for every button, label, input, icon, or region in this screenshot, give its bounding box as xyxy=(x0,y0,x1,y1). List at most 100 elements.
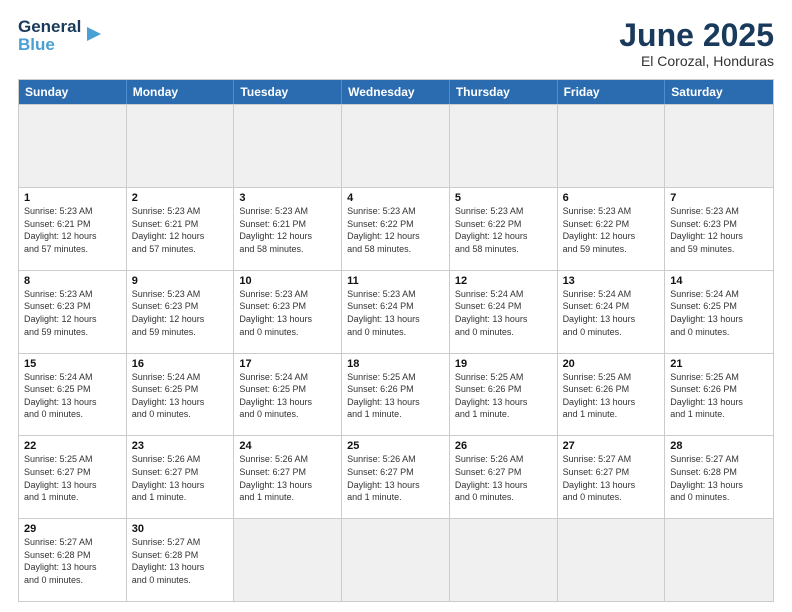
cal-cell xyxy=(234,519,342,601)
day-number: 7 xyxy=(670,192,768,204)
cal-cell xyxy=(450,105,558,187)
cal-cell: 20Sunrise: 5:25 AM Sunset: 6:26 PM Dayli… xyxy=(558,354,666,436)
cal-cell: 5Sunrise: 5:23 AM Sunset: 6:22 PM Daylig… xyxy=(450,188,558,270)
cal-row-3: 15Sunrise: 5:24 AM Sunset: 6:25 PM Dayli… xyxy=(19,353,773,436)
cal-row-4: 22Sunrise: 5:25 AM Sunset: 6:27 PM Dayli… xyxy=(19,435,773,518)
cal-cell: 18Sunrise: 5:25 AM Sunset: 6:26 PM Dayli… xyxy=(342,354,450,436)
day-number: 21 xyxy=(670,358,768,370)
cal-cell: 7Sunrise: 5:23 AM Sunset: 6:23 PM Daylig… xyxy=(665,188,773,270)
calendar: Sunday Monday Tuesday Wednesday Thursday… xyxy=(18,79,774,602)
calendar-body: 1Sunrise: 5:23 AM Sunset: 6:21 PM Daylig… xyxy=(19,104,773,601)
cal-row-0 xyxy=(19,104,773,187)
logo-arrow-icon xyxy=(83,23,105,45)
cal-cell: 9Sunrise: 5:23 AM Sunset: 6:23 PM Daylig… xyxy=(127,271,235,353)
header: General Blue June 2025 El Corozal, Hondu… xyxy=(18,18,774,69)
cell-info: Sunrise: 5:25 AM Sunset: 6:26 PM Dayligh… xyxy=(563,371,660,421)
day-number: 10 xyxy=(239,275,336,287)
header-tuesday: Tuesday xyxy=(234,80,342,104)
cal-cell: 26Sunrise: 5:26 AM Sunset: 6:27 PM Dayli… xyxy=(450,436,558,518)
cal-cell: 3Sunrise: 5:23 AM Sunset: 6:21 PM Daylig… xyxy=(234,188,342,270)
cell-info: Sunrise: 5:23 AM Sunset: 6:22 PM Dayligh… xyxy=(347,205,444,255)
cell-info: Sunrise: 5:23 AM Sunset: 6:22 PM Dayligh… xyxy=(563,205,660,255)
cell-info: Sunrise: 5:24 AM Sunset: 6:25 PM Dayligh… xyxy=(239,371,336,421)
day-number: 12 xyxy=(455,275,552,287)
day-number: 23 xyxy=(132,440,229,452)
cell-info: Sunrise: 5:23 AM Sunset: 6:23 PM Dayligh… xyxy=(24,288,121,338)
cal-cell: 11Sunrise: 5:23 AM Sunset: 6:24 PM Dayli… xyxy=(342,271,450,353)
cell-info: Sunrise: 5:27 AM Sunset: 6:27 PM Dayligh… xyxy=(563,453,660,503)
cal-cell xyxy=(558,105,666,187)
cell-info: Sunrise: 5:23 AM Sunset: 6:22 PM Dayligh… xyxy=(455,205,552,255)
cal-cell: 22Sunrise: 5:25 AM Sunset: 6:27 PM Dayli… xyxy=(19,436,127,518)
cal-cell: 27Sunrise: 5:27 AM Sunset: 6:27 PM Dayli… xyxy=(558,436,666,518)
day-number: 1 xyxy=(24,192,121,204)
day-number: 26 xyxy=(455,440,552,452)
day-number: 22 xyxy=(24,440,121,452)
day-number: 4 xyxy=(347,192,444,204)
cal-cell: 25Sunrise: 5:26 AM Sunset: 6:27 PM Dayli… xyxy=(342,436,450,518)
cell-info: Sunrise: 5:27 AM Sunset: 6:28 PM Dayligh… xyxy=(24,536,121,586)
header-sunday: Sunday xyxy=(19,80,127,104)
cal-cell: 16Sunrise: 5:24 AM Sunset: 6:25 PM Dayli… xyxy=(127,354,235,436)
cell-info: Sunrise: 5:24 AM Sunset: 6:24 PM Dayligh… xyxy=(455,288,552,338)
cal-cell xyxy=(234,105,342,187)
logo: General Blue xyxy=(18,18,105,54)
cell-info: Sunrise: 5:24 AM Sunset: 6:25 PM Dayligh… xyxy=(670,288,768,338)
day-number: 14 xyxy=(670,275,768,287)
cell-info: Sunrise: 5:23 AM Sunset: 6:21 PM Dayligh… xyxy=(24,205,121,255)
day-number: 2 xyxy=(132,192,229,204)
cal-cell: 24Sunrise: 5:26 AM Sunset: 6:27 PM Dayli… xyxy=(234,436,342,518)
day-number: 11 xyxy=(347,275,444,287)
cal-cell: 13Sunrise: 5:24 AM Sunset: 6:24 PM Dayli… xyxy=(558,271,666,353)
cell-info: Sunrise: 5:23 AM Sunset: 6:23 PM Dayligh… xyxy=(239,288,336,338)
day-number: 8 xyxy=(24,275,121,287)
day-number: 9 xyxy=(132,275,229,287)
day-number: 19 xyxy=(455,358,552,370)
day-number: 18 xyxy=(347,358,444,370)
day-number: 29 xyxy=(24,523,121,535)
day-number: 25 xyxy=(347,440,444,452)
day-number: 30 xyxy=(132,523,229,535)
cell-info: Sunrise: 5:26 AM Sunset: 6:27 PM Dayligh… xyxy=(347,453,444,503)
cal-cell: 15Sunrise: 5:24 AM Sunset: 6:25 PM Dayli… xyxy=(19,354,127,436)
cell-info: Sunrise: 5:24 AM Sunset: 6:25 PM Dayligh… xyxy=(24,371,121,421)
cal-cell: 30Sunrise: 5:27 AM Sunset: 6:28 PM Dayli… xyxy=(127,519,235,601)
header-friday: Friday xyxy=(558,80,666,104)
day-number: 3 xyxy=(239,192,336,204)
cell-info: Sunrise: 5:23 AM Sunset: 6:21 PM Dayligh… xyxy=(239,205,336,255)
day-number: 28 xyxy=(670,440,768,452)
cal-cell xyxy=(450,519,558,601)
cal-cell: 4Sunrise: 5:23 AM Sunset: 6:22 PM Daylig… xyxy=(342,188,450,270)
cell-info: Sunrise: 5:25 AM Sunset: 6:26 PM Dayligh… xyxy=(670,371,768,421)
day-number: 20 xyxy=(563,358,660,370)
header-wednesday: Wednesday xyxy=(342,80,450,104)
cell-info: Sunrise: 5:24 AM Sunset: 6:25 PM Dayligh… xyxy=(132,371,229,421)
cell-info: Sunrise: 5:26 AM Sunset: 6:27 PM Dayligh… xyxy=(455,453,552,503)
page: General Blue June 2025 El Corozal, Hondu… xyxy=(0,0,792,612)
cal-cell: 23Sunrise: 5:26 AM Sunset: 6:27 PM Dayli… xyxy=(127,436,235,518)
cal-row-1: 1Sunrise: 5:23 AM Sunset: 6:21 PM Daylig… xyxy=(19,187,773,270)
cal-cell: 10Sunrise: 5:23 AM Sunset: 6:23 PM Dayli… xyxy=(234,271,342,353)
cell-info: Sunrise: 5:27 AM Sunset: 6:28 PM Dayligh… xyxy=(670,453,768,503)
cell-info: Sunrise: 5:27 AM Sunset: 6:28 PM Dayligh… xyxy=(132,536,229,586)
cal-cell: 29Sunrise: 5:27 AM Sunset: 6:28 PM Dayli… xyxy=(19,519,127,601)
cal-cell: 17Sunrise: 5:24 AM Sunset: 6:25 PM Dayli… xyxy=(234,354,342,436)
cell-info: Sunrise: 5:25 AM Sunset: 6:27 PM Dayligh… xyxy=(24,453,121,503)
day-number: 27 xyxy=(563,440,660,452)
day-number: 16 xyxy=(132,358,229,370)
cal-cell xyxy=(558,519,666,601)
cal-cell: 2Sunrise: 5:23 AM Sunset: 6:21 PM Daylig… xyxy=(127,188,235,270)
day-number: 15 xyxy=(24,358,121,370)
cell-info: Sunrise: 5:24 AM Sunset: 6:24 PM Dayligh… xyxy=(563,288,660,338)
cell-info: Sunrise: 5:26 AM Sunset: 6:27 PM Dayligh… xyxy=(239,453,336,503)
cal-cell: 6Sunrise: 5:23 AM Sunset: 6:22 PM Daylig… xyxy=(558,188,666,270)
cal-cell xyxy=(665,519,773,601)
logo-general: General xyxy=(18,18,81,36)
header-monday: Monday xyxy=(127,80,235,104)
cell-info: Sunrise: 5:23 AM Sunset: 6:21 PM Dayligh… xyxy=(132,205,229,255)
cal-row-5: 29Sunrise: 5:27 AM Sunset: 6:28 PM Dayli… xyxy=(19,518,773,601)
cal-cell xyxy=(127,105,235,187)
cal-cell: 12Sunrise: 5:24 AM Sunset: 6:24 PM Dayli… xyxy=(450,271,558,353)
header-thursday: Thursday xyxy=(450,80,558,104)
cal-cell xyxy=(19,105,127,187)
